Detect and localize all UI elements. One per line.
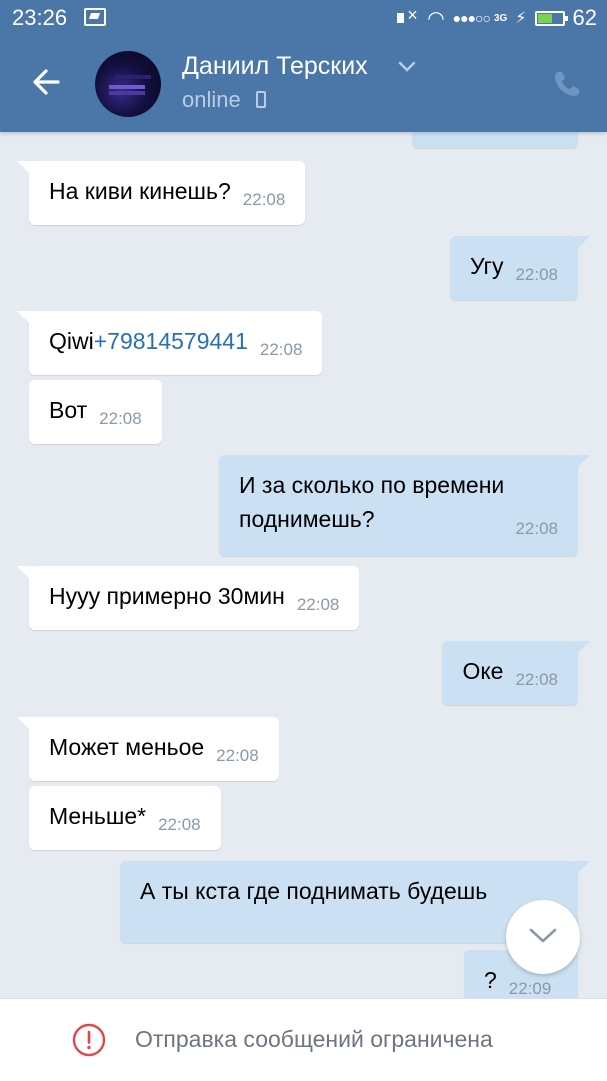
message-time: 22:08 bbox=[216, 746, 259, 765]
message-text: И за сколько по времени поднимешь? bbox=[239, 472, 505, 532]
battery-fill bbox=[537, 13, 553, 23]
contact-status: online bbox=[182, 87, 241, 112]
message-bubble-in[interactable]: На киви кинешь? 22:08 bbox=[17, 161, 306, 225]
message-list[interactable]: На киви кинешь? 22:08 Угу 22:08 Qiwi+79814… bbox=[0, 132, 607, 998]
message-text: На киви кинешь? bbox=[49, 178, 231, 204]
message-restriction-bar: Отправка сообщений ограничена bbox=[0, 998, 607, 1081]
avatar[interactable] bbox=[95, 51, 161, 117]
back-arrow-icon bbox=[33, 69, 60, 95]
message-text: Меньше* bbox=[49, 803, 147, 829]
phone-icon bbox=[555, 72, 579, 96]
message-text: Может меньое bbox=[49, 734, 205, 760]
message-text: А ты кста где поднимать будешь bbox=[140, 878, 488, 904]
battery-percent: 62 bbox=[572, 5, 597, 30]
message-text: Qiwi bbox=[49, 328, 94, 354]
battery-icon bbox=[534, 10, 568, 26]
message-bubble-out[interactable]: Угу 22:08 bbox=[449, 236, 590, 300]
message-time: 22:08 bbox=[515, 265, 558, 284]
phone-link[interactable]: +79814579441 bbox=[94, 328, 248, 354]
message-bubble-in[interactable]: Нууу примерно 30мин 22:08 bbox=[17, 566, 360, 630]
message-text: ? bbox=[484, 967, 497, 993]
warning-icon bbox=[72, 1023, 106, 1057]
contact-name[interactable]: Даниил Терских bbox=[182, 52, 368, 81]
chevron-down-icon[interactable] bbox=[398, 60, 416, 74]
status-bar: 23:26 ◠ ●●●○○ 3G ⚡ 62 bbox=[0, 0, 607, 36]
message-text: Вот bbox=[49, 397, 88, 423]
message-bubble-in[interactable]: Может меньое 22:08 bbox=[17, 717, 279, 781]
call-button[interactable] bbox=[552, 69, 582, 99]
signal-icon: ●●●○○ bbox=[452, 10, 491, 26]
message-time: 22:08 bbox=[158, 815, 201, 834]
wifi-icon: ◠ bbox=[427, 7, 445, 30]
chat-header: Даниил Терских online bbox=[0, 36, 607, 132]
status-icons: ◠ ●●●○○ 3G ⚡ 62 bbox=[397, 5, 597, 31]
message-time: 22:08 bbox=[515, 519, 558, 538]
back-button[interactable] bbox=[28, 62, 68, 102]
message-bubble-out[interactable]: И за сколько по времени поднимешь? 22:08 bbox=[219, 455, 590, 556]
restriction-text: Отправка сообщений ограничена bbox=[135, 1026, 493, 1052]
message-text: Оке bbox=[462, 658, 504, 684]
chevron-down-icon bbox=[529, 928, 557, 943]
mute-icon bbox=[397, 5, 419, 27]
mobile-icon bbox=[256, 91, 266, 108]
message-bubble-out[interactable] bbox=[412, 132, 578, 148]
status-time: 23:26 bbox=[12, 5, 68, 30]
message-text: Нууу примерно 30мин bbox=[49, 583, 285, 609]
message-bubble-in[interactable]: Вот 22:08 bbox=[29, 380, 162, 444]
message-text: Угу bbox=[469, 253, 504, 279]
message-bubble-out[interactable]: Оке 22:08 bbox=[442, 641, 590, 705]
notification-image-icon bbox=[84, 8, 106, 26]
charging-icon: ⚡ bbox=[515, 10, 527, 27]
scroll-down-button[interactable] bbox=[506, 900, 580, 974]
message-time: 22:08 bbox=[242, 190, 286, 209]
message-time: 22:08 bbox=[259, 340, 303, 359]
network-type: 3G bbox=[493, 12, 508, 24]
message-time: 22:09 bbox=[508, 979, 552, 998]
message-bubble-in[interactable]: Меньше* 22:08 bbox=[29, 786, 221, 850]
message-bubble-in[interactable]: Qiwi+79814579441 22:08 bbox=[17, 311, 323, 375]
message-time: 22:08 bbox=[515, 670, 558, 689]
message-time: 22:08 bbox=[296, 595, 340, 614]
message-time: 22:08 bbox=[99, 409, 142, 428]
